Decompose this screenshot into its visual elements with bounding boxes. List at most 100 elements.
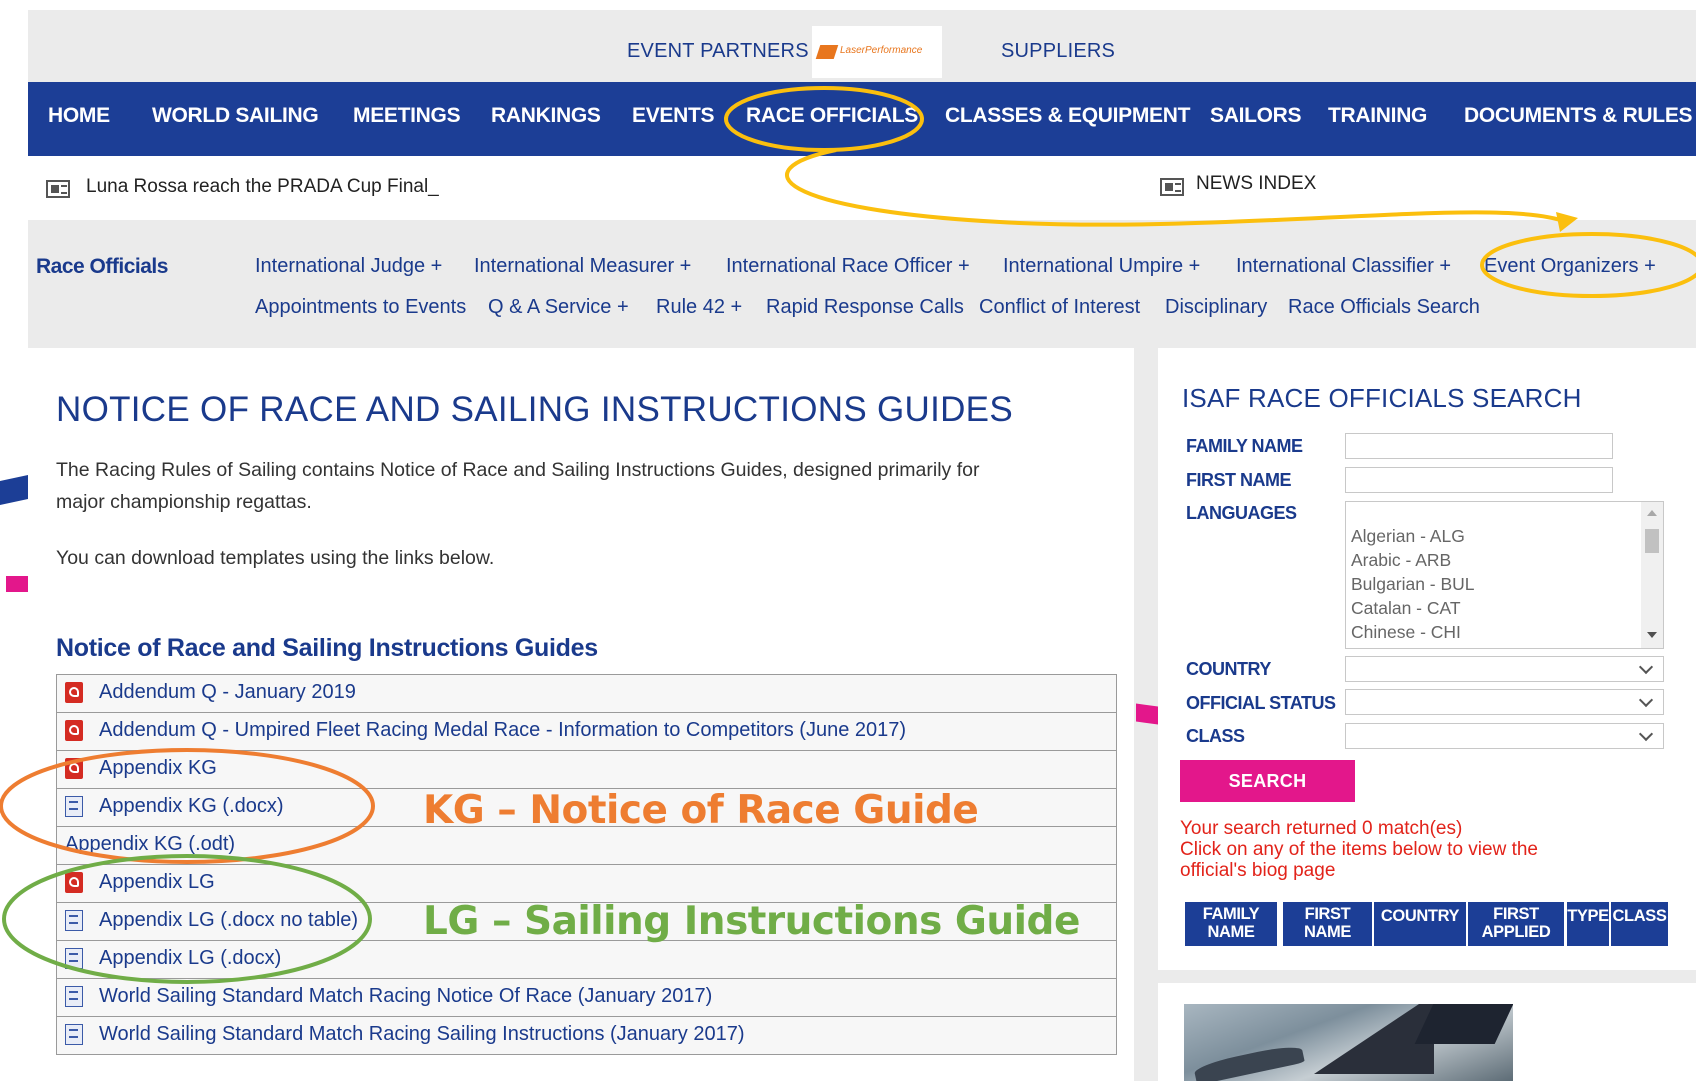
country-select[interactable] [1345,656,1664,682]
document-link[interactable]: World Sailing Standard Match Racing Noti… [99,985,712,1008]
word-doc-icon [65,948,83,969]
languages-label: LANGUAGES [1186,503,1297,523]
subnav-international-classifier[interactable]: International Classifier + [1236,255,1451,278]
column-header-class[interactable]: CLASS [1611,902,1668,946]
document-row[interactable]: Appendix KG [56,751,1117,789]
official-status-select[interactable] [1345,689,1664,715]
subnav-rapid-response-calls[interactable]: Rapid Response Calls [766,296,964,319]
sailing-photo[interactable] [1184,1004,1513,1081]
family-name-label: FAMILY NAME [1186,436,1303,456]
boat-shape [1193,1042,1305,1081]
nav-race-officials[interactable]: RACE OFFICIALS [746,104,918,128]
language-option[interactable]: Bulgarian - BUL [1351,574,1475,595]
sail-shape [1414,1004,1513,1044]
class-select[interactable] [1345,723,1664,749]
nav-training[interactable]: TRAINING [1328,104,1427,128]
listbox-scrollbar[interactable] [1641,502,1663,648]
nav-sailors[interactable]: SAILORS [1210,104,1302,128]
decorative-stripe-pink [1136,703,1158,725]
scroll-up-arrow-icon[interactable] [1647,510,1657,516]
column-header-text: NAME [1304,923,1351,941]
document-row[interactable]: Addendum Q - January 2019 [56,675,1117,713]
subnav-title[interactable]: Race Officials [36,255,168,279]
document-list: Addendum Q - January 2019 Addendum Q - U… [56,674,1117,1055]
pdf-icon [65,872,83,893]
nav-rankings[interactable]: RANKINGS [491,104,601,128]
main-nav: HOME WORLD SAILING MEETINGS RANKINGS EVE… [28,82,1696,156]
subnav-appointments[interactable]: Appointments to Events [255,296,466,319]
news-headline[interactable]: Luna Rossa reach the PRADA Cup Final_ [86,176,439,198]
document-link[interactable]: Appendix LG (.docx) [99,947,281,970]
document-row[interactable]: Appendix LG (.docx) [56,941,1117,979]
official-status-label: OFFICIAL STATUS [1186,693,1336,713]
search-result-hint: official's biog page [1180,860,1336,881]
subnav-international-measurer[interactable]: International Measurer + [474,255,691,278]
column-header-type[interactable]: TYPE [1567,902,1609,946]
nav-meetings[interactable]: MEETINGS [353,104,461,128]
languages-listbox[interactable]: Algerian - ALG Arabic - ARB Bulgarian - … [1345,501,1664,649]
document-row[interactable]: World Sailing Standard Match Racing Noti… [56,979,1117,1017]
partner-logo-text: LaserPerformance [840,45,923,56]
language-option[interactable]: Arabic - ARB [1351,550,1451,571]
pdf-icon [65,682,83,703]
column-header-family-name[interactable]: FAMILY NAME [1185,902,1277,946]
document-link[interactable]: World Sailing Standard Match Racing Sail… [99,1023,745,1046]
intro-text-line2: major championship regattas. [56,491,312,513]
laserperformance-logo[interactable]: LaserPerformance [812,26,942,78]
word-doc-icon [65,910,83,931]
chevron-down-icon [1638,726,1654,742]
news-index-icon [1160,178,1184,196]
section-title: Notice of Race and Sailing Instructions … [56,634,598,662]
document-row[interactable]: Addendum Q - Umpired Fleet Racing Medal … [56,713,1117,751]
column-header-text: APPLIED [1481,923,1551,941]
suppliers-link[interactable]: SUPPLIERS [1001,40,1115,63]
scroll-down-arrow-icon[interactable] [1647,632,1657,638]
laser-logo-mark [815,45,839,59]
document-row[interactable]: Appendix LG [56,865,1117,903]
decorative-stripe-pink [6,576,28,592]
subnav-event-organizers[interactable]: Event Organizers + [1484,255,1656,278]
pdf-icon [65,758,83,779]
column-header-first-applied[interactable]: FIRST APPLIED [1468,902,1564,946]
subnav-rule-42[interactable]: Rule 42 + [656,296,742,319]
language-option[interactable]: Catalan - CAT [1351,598,1461,619]
lg-annotation-label: LG – Sailing Instructions Guide [423,899,1080,944]
subnav-qa-service[interactable]: Q & A Service + [488,296,629,319]
column-header-text: COUNTRY [1380,907,1460,925]
document-link[interactable]: Appendix LG (.docx no table) [99,909,358,932]
country-label: COUNTRY [1186,659,1271,679]
language-option[interactable]: Chinese - CHI [1351,622,1461,643]
nav-documents-rules[interactable]: DOCUMENTS & RULES [1464,104,1693,128]
nav-home[interactable]: HOME [48,104,110,128]
search-button[interactable]: SEARCH [1180,760,1355,802]
pdf-icon [65,720,83,741]
subnav-international-umpire[interactable]: International Umpire + [1003,255,1200,278]
scroll-thumb[interactable] [1645,529,1659,553]
nav-classes-equipment[interactable]: CLASSES & EQUIPMENT [945,104,1190,128]
language-option[interactable]: Algerian - ALG [1351,526,1465,547]
column-header-text: FIRST [1493,905,1539,923]
subnav-international-race-officer[interactable]: International Race Officer + [726,255,970,278]
column-header-country[interactable]: COUNTRY [1374,902,1466,946]
document-link[interactable]: Appendix LG [99,871,215,894]
column-header-first-name[interactable]: FIRST NAME [1283,902,1372,946]
nav-events[interactable]: EVENTS [632,104,715,128]
document-link[interactable]: Addendum Q - January 2019 [99,681,356,704]
news-index-link[interactable]: NEWS INDEX [1196,173,1316,195]
partners-bar: EVENT PARTNERS LaserPerformance SUPPLIER… [28,10,1696,82]
subnav-international-judge[interactable]: International Judge + [255,255,442,278]
document-link[interactable]: Appendix KG (.odt) [65,833,235,856]
event-partners-link[interactable]: EVENT PARTNERS [627,40,809,63]
subnav-disciplinary[interactable]: Disciplinary [1165,296,1267,319]
subnav-conflict-of-interest[interactable]: Conflict of Interest [979,296,1140,319]
document-link[interactable]: Appendix KG [99,757,217,780]
first-name-input[interactable] [1345,467,1613,493]
document-link[interactable]: Appendix KG (.docx) [99,795,284,818]
document-row[interactable]: World Sailing Standard Match Racing Sail… [56,1017,1117,1055]
family-name-input[interactable] [1345,433,1613,459]
subnav-race-officials-search[interactable]: Race Officials Search [1288,296,1480,319]
document-link[interactable]: Addendum Q - Umpired Fleet Racing Medal … [99,719,906,742]
nav-world-sailing[interactable]: WORLD SAILING [152,104,319,128]
column-header-text: NAME [1207,923,1255,941]
column-header-text: FIRST [1304,905,1351,923]
